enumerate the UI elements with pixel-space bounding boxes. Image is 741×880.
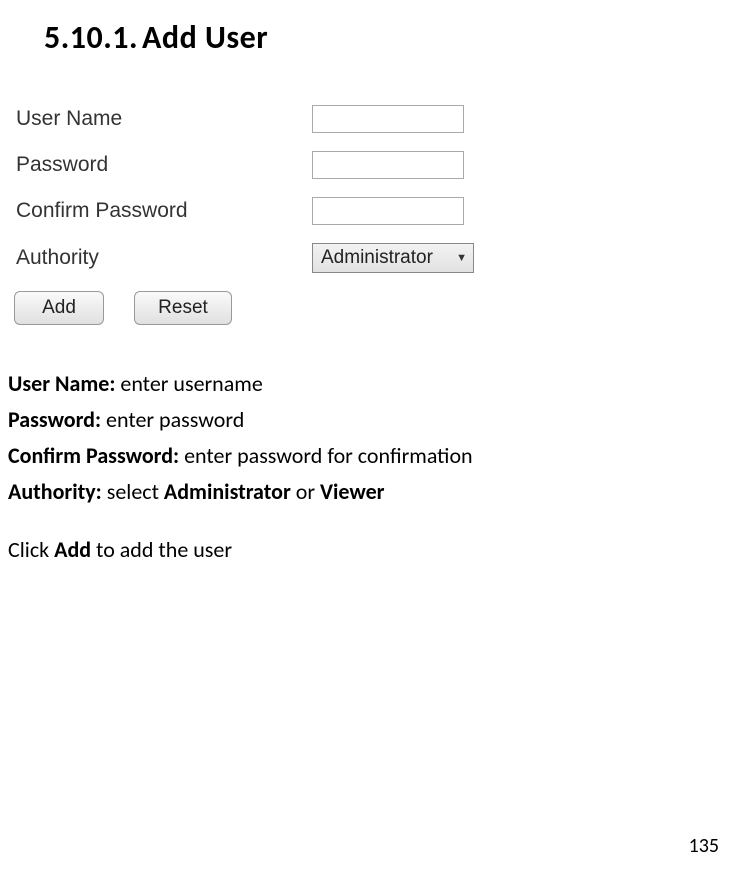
desc-authority-mid: or: [291, 478, 320, 505]
form-row-username: User Name: [12, 105, 741, 133]
section-number: 5.10.1.: [44, 18, 138, 57]
desc-confirm-bold: Confirm Password:: [8, 442, 179, 469]
description-area: User Name: enter username Password: ente…: [8, 367, 741, 567]
desc-authority-bold: Authority:: [8, 478, 102, 505]
desc-confirm: Confirm Password: enter password for con…: [8, 439, 741, 473]
desc-username-bold: User Name:: [8, 370, 115, 397]
desc-click-pre: Click: [8, 536, 54, 563]
button-row: Add Reset: [12, 291, 741, 325]
form-row-authority: Authority Administrator ▼: [12, 243, 741, 273]
desc-click-bold: Add: [54, 536, 91, 563]
chevron-down-icon: ▼: [456, 252, 467, 264]
desc-password-text: enter password: [101, 406, 244, 433]
reset-button[interactable]: Reset: [134, 291, 232, 325]
desc-password: Password: enter password: [8, 403, 741, 437]
add-user-form: User Name Password Confirm Password Auth…: [12, 105, 741, 325]
desc-username-text: enter username: [115, 370, 262, 397]
username-input[interactable]: [312, 105, 464, 133]
form-row-confirm-password: Confirm Password: [12, 197, 741, 225]
desc-authority: Authority: select Administrator or Viewe…: [8, 475, 741, 509]
authority-selected-value: Administrator: [321, 247, 433, 269]
authority-select[interactable]: Administrator ▼: [312, 243, 474, 273]
desc-confirm-text: enter password for confirmation: [179, 442, 473, 469]
password-input[interactable]: [312, 151, 464, 179]
desc-click-post: to add the user: [91, 536, 232, 563]
section-heading: 5.10.1.Add User: [0, 0, 741, 57]
add-button[interactable]: Add: [14, 291, 104, 325]
section-title: Add User: [142, 18, 268, 57]
password-label: Password: [12, 153, 312, 177]
desc-password-bold: Password:: [8, 406, 101, 433]
page-number: 135: [689, 834, 719, 858]
username-label: User Name: [12, 107, 312, 131]
desc-authority-opt2: Viewer: [320, 478, 385, 505]
desc-username: User Name: enter username: [8, 367, 741, 401]
confirm-password-label: Confirm Password: [12, 199, 312, 223]
confirm-password-input[interactable]: [312, 197, 464, 225]
desc-authority-pre: select: [102, 478, 164, 505]
spacer: [8, 511, 741, 533]
form-row-password: Password: [12, 151, 741, 179]
authority-label: Authority: [12, 246, 312, 270]
desc-authority-opt1: Administrator: [164, 478, 291, 505]
desc-click-add: Click Add to add the user: [8, 533, 741, 567]
